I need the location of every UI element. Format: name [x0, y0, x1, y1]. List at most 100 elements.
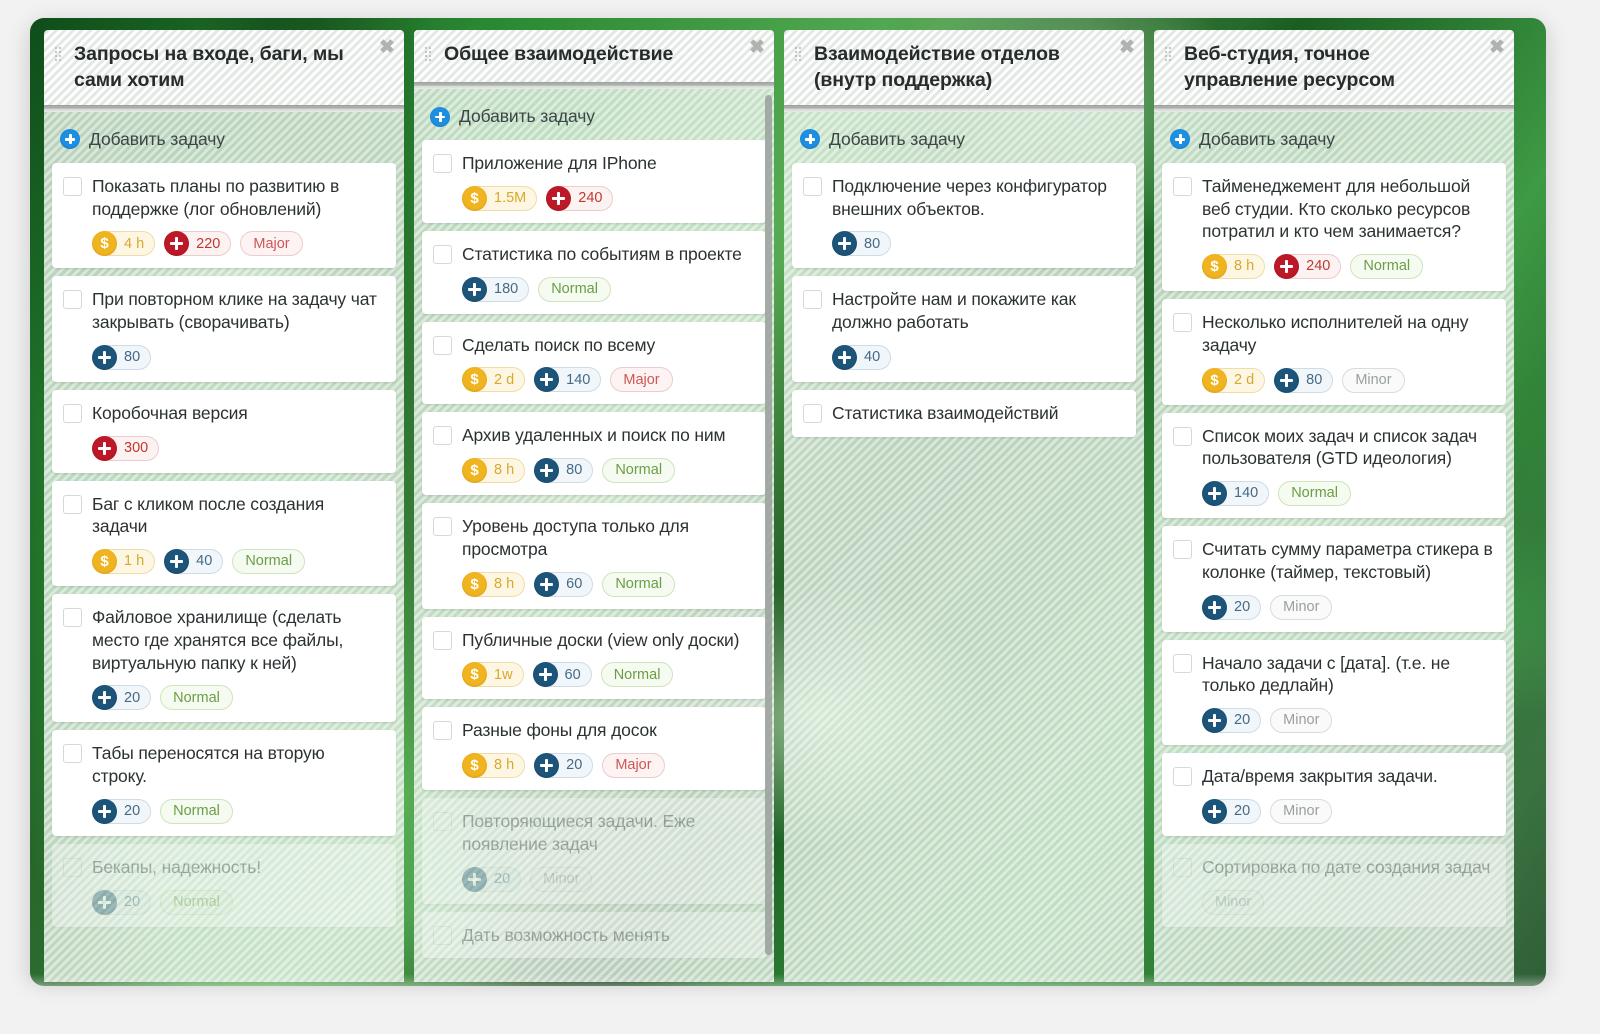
drag-handle-icon[interactable] [425, 47, 432, 61]
points-badge[interactable]: 80 [534, 458, 594, 483]
task-checkbox[interactable] [63, 857, 82, 877]
points-badge[interactable]: 300 [92, 435, 160, 461]
drag-handle-icon[interactable] [55, 47, 62, 61]
close-icon[interactable]: ✖ [1119, 38, 1135, 57]
priority-badge-minor[interactable]: Minor [1270, 594, 1333, 620]
priority-badge-normal[interactable]: Normal [1350, 254, 1424, 280]
task-card[interactable]: Тайменеджемент для небольшой веб студии.… [1162, 162, 1506, 292]
task-checkbox[interactable] [1173, 540, 1192, 560]
task-card[interactable]: Настройте нам и покажите как должно рабо… [792, 276, 1136, 382]
task-checkbox[interactable] [433, 630, 452, 650]
close-icon[interactable]: ✖ [1489, 38, 1505, 57]
task-card[interactable]: Сделать поиск по всему 2 d 140 Major [422, 321, 766, 405]
priority-badge-minor[interactable]: Minor [1270, 708, 1333, 734]
task-card[interactable]: Баг с кликом после создания задачи 1 h 40 N… [52, 480, 396, 587]
task-card[interactable]: Дать возможность менять [422, 911, 766, 959]
points-badge[interactable]: 60 [532, 662, 592, 688]
points-badge[interactable]: 80 [92, 344, 152, 370]
task-card[interactable]: Повторяющиеся задачи. Еже появление зада… [422, 798, 766, 904]
priority-badge-minor[interactable]: Minor [1342, 367, 1405, 393]
points-badge[interactable]: 20 [92, 685, 152, 711]
task-checkbox[interactable] [1173, 176, 1192, 196]
points-badge[interactable]: 80 [832, 231, 892, 257]
priority-badge-major[interactable]: Major [610, 367, 673, 393]
points-badge[interactable]: 20 [92, 798, 152, 824]
priority-badge-normal[interactable]: Normal [160, 889, 233, 915]
priority-badge-normal[interactable]: Normal [600, 662, 674, 688]
cost-badge[interactable]: 8 h [462, 571, 526, 597]
points-badge[interactable]: 20 [1202, 594, 1262, 620]
points-badge[interactable]: 140 [534, 367, 602, 393]
add-task-button[interactable]: Добавить задачу [422, 89, 766, 140]
task-checkbox[interactable] [63, 176, 82, 196]
task-card[interactable]: Файловое хранилище (сделать место где хр… [52, 594, 396, 723]
task-card[interactable]: При повторном клике на задачу чат закрыв… [52, 276, 396, 382]
task-checkbox[interactable] [433, 154, 452, 173]
add-task-button[interactable]: Добавить задачу [52, 112, 396, 163]
priority-badge-minor[interactable]: Minor [1270, 798, 1333, 824]
points-badge[interactable]: 60 [534, 571, 594, 597]
task-checkbox[interactable] [1173, 653, 1192, 673]
task-checkbox[interactable] [63, 494, 82, 514]
priority-badge-normal[interactable]: Normal [160, 685, 233, 711]
column-header[interactable]: Запросы на входе, баги, мы сами хотим ✖ [44, 30, 404, 105]
task-checkbox[interactable] [433, 812, 452, 831]
task-card[interactable]: Считать сумму параметра стикера в колонк… [1162, 526, 1506, 632]
points-badge[interactable]: 240 [1274, 254, 1342, 280]
task-checkbox[interactable] [1173, 857, 1192, 877]
task-checkbox[interactable] [803, 290, 822, 310]
task-card[interactable]: Список моих задач и список задач пользов… [1162, 412, 1506, 519]
task-card[interactable]: Несколько исполнителей на одну задачу 2 d… [1162, 299, 1506, 405]
task-checkbox[interactable] [433, 925, 452, 945]
task-card[interactable]: Статистика по событиям в проекте 180 Norma… [422, 230, 766, 314]
priority-badge-normal[interactable]: Normal [602, 571, 676, 597]
cost-badge[interactable]: 2 d [462, 367, 526, 393]
cost-badge[interactable]: 1 h [92, 549, 156, 575]
column-header[interactable]: Общее взаимодействие ✖ [414, 30, 774, 82]
task-card[interactable]: Архив удаленных и поиск по ним 8 h 80 Norma… [422, 412, 766, 495]
priority-badge-normal[interactable]: Normal [1278, 481, 1351, 507]
task-checkbox[interactable] [803, 176, 822, 196]
points-badge[interactable]: 180 [462, 276, 530, 302]
column-scrollbar[interactable] [765, 95, 772, 955]
task-card[interactable]: Начало задачи с [дата]. (т.е. не только … [1162, 639, 1506, 746]
task-checkbox[interactable] [433, 721, 452, 741]
cost-badge[interactable]: 4 h [92, 231, 156, 257]
priority-badge-normal[interactable]: Normal [232, 549, 306, 575]
task-card[interactable]: Табы переносятся на вторую строку. 20 Norm… [52, 730, 396, 836]
close-icon[interactable]: ✖ [749, 38, 765, 57]
task-checkbox[interactable] [1173, 426, 1192, 446]
task-checkbox[interactable] [803, 403, 822, 423]
task-card[interactable]: Подключение через конфигуратор внешних о… [792, 162, 1136, 269]
cost-badge[interactable]: 8 h [462, 753, 526, 778]
task-card[interactable]: Приложение для IPhone 1.5M 240 [422, 140, 766, 223]
priority-badge-major[interactable]: Major [602, 753, 665, 778]
points-badge[interactable]: 40 [164, 549, 224, 575]
task-checkbox[interactable] [63, 608, 82, 628]
task-checkbox[interactable] [1173, 313, 1192, 333]
task-checkbox[interactable] [433, 335, 452, 355]
task-card[interactable]: Разные фоны для досок 8 h 20 Major [422, 707, 766, 790]
task-card[interactable]: Публичные доски (view only доски) 1w 60 Nor… [422, 616, 766, 700]
points-badge[interactable]: 140 [1202, 481, 1270, 507]
priority-badge-normal[interactable]: Normal [602, 458, 676, 483]
column-header[interactable]: Взаимодействие отделов (внутр поддержка)… [784, 30, 1144, 105]
priority-badge-major[interactable]: Major [240, 231, 303, 257]
task-checkbox[interactable] [1173, 767, 1192, 787]
points-badge[interactable]: 40 [832, 344, 892, 370]
priority-badge-minor[interactable]: Minor [530, 866, 593, 892]
points-badge[interactable]: 20 [462, 866, 522, 892]
task-card[interactable]: Дата/время закрытия задачи. 20 Minor [1162, 753, 1506, 836]
add-task-button[interactable]: Добавить задачу [1162, 112, 1506, 163]
task-checkbox[interactable] [63, 290, 82, 310]
column-header[interactable]: Веб-студия, точное управление ресурсом ✖ [1154, 30, 1514, 105]
task-checkbox[interactable] [433, 244, 452, 264]
priority-badge-normal[interactable]: Normal [538, 276, 611, 302]
task-checkbox[interactable] [63, 403, 82, 423]
task-card[interactable]: Коробочная версия 300 [52, 389, 396, 473]
cost-badge[interactable]: 8 h [462, 458, 526, 483]
points-badge[interactable]: 20 [1202, 708, 1262, 734]
drag-handle-icon[interactable] [795, 47, 802, 61]
cost-badge[interactable]: 2 d [1202, 367, 1266, 393]
points-badge[interactable]: 20 [534, 753, 594, 778]
